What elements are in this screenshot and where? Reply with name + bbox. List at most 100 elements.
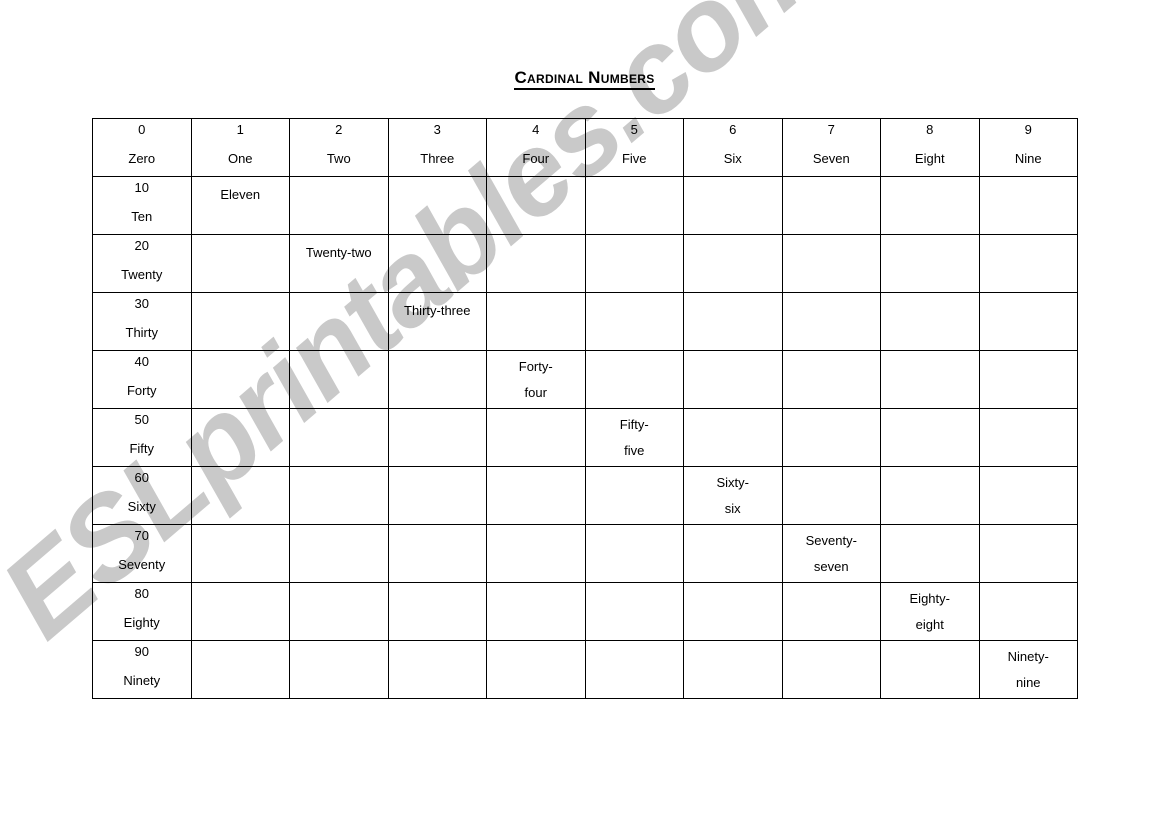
answer-cell[interactable] xyxy=(781,466,881,525)
answer-cell-text[interactable] xyxy=(192,467,290,524)
answer-cell[interactable]: Eleven xyxy=(190,176,290,235)
answer-cell[interactable] xyxy=(880,408,980,467)
answer-cell-text[interactable] xyxy=(487,641,585,698)
answer-cell-text[interactable] xyxy=(684,293,782,350)
answer-cell-text[interactable] xyxy=(290,525,388,582)
answer-cell[interactable] xyxy=(486,640,586,699)
answer-cell-text[interactable] xyxy=(684,583,782,640)
answer-cell[interactable] xyxy=(683,582,783,641)
answer-cell-text[interactable]: Thirty-three xyxy=(389,293,487,350)
answer-cell-text[interactable] xyxy=(290,641,388,698)
answer-cell[interactable] xyxy=(978,234,1078,293)
answer-cell[interactable] xyxy=(289,408,389,467)
answer-cell-text[interactable] xyxy=(487,525,585,582)
answer-cell-text[interactable] xyxy=(980,409,1078,466)
answer-cell[interactable] xyxy=(880,350,980,409)
answer-cell-text[interactable] xyxy=(192,583,290,640)
answer-cell-text[interactable] xyxy=(290,177,388,234)
answer-cell[interactable] xyxy=(781,234,881,293)
answer-cell-text[interactable] xyxy=(487,293,585,350)
answer-cell-text[interactable] xyxy=(684,351,782,408)
answer-cell[interactable] xyxy=(683,640,783,699)
answer-cell[interactable] xyxy=(781,640,881,699)
answer-cell[interactable] xyxy=(978,408,1078,467)
answer-cell[interactable] xyxy=(190,408,290,467)
answer-cell[interactable] xyxy=(781,292,881,351)
answer-cell-text[interactable] xyxy=(290,293,388,350)
answer-cell[interactable] xyxy=(978,350,1078,409)
answer-cell[interactable] xyxy=(289,640,389,699)
answer-cell[interactable]: Thirty-three xyxy=(387,292,487,351)
answer-cell[interactable] xyxy=(584,524,684,583)
answer-cell-text[interactable] xyxy=(389,467,487,524)
answer-cell-text[interactable] xyxy=(290,467,388,524)
answer-cell[interactable] xyxy=(584,640,684,699)
answer-cell[interactable] xyxy=(880,234,980,293)
answer-cell-text[interactable] xyxy=(290,583,388,640)
answer-cell-text[interactable] xyxy=(684,177,782,234)
answer-cell[interactable] xyxy=(584,350,684,409)
answer-cell[interactable] xyxy=(486,292,586,351)
answer-cell-text[interactable] xyxy=(586,525,684,582)
answer-cell-text[interactable] xyxy=(783,583,881,640)
answer-cell[interactable]: Ninety-nine xyxy=(978,640,1078,699)
answer-cell-text[interactable] xyxy=(389,641,487,698)
answer-cell-text[interactable] xyxy=(290,409,388,466)
answer-cell-text[interactable] xyxy=(487,467,585,524)
answer-cell[interactable] xyxy=(486,524,586,583)
answer-cell[interactable] xyxy=(683,524,783,583)
answer-cell[interactable] xyxy=(387,408,487,467)
answer-cell[interactable] xyxy=(387,176,487,235)
answer-cell-text[interactable] xyxy=(487,583,585,640)
answer-cell[interactable]: Twenty-two xyxy=(289,234,389,293)
answer-cell[interactable] xyxy=(978,524,1078,583)
answer-cell[interactable] xyxy=(683,234,783,293)
answer-cell-text[interactable] xyxy=(586,351,684,408)
answer-cell-text[interactable] xyxy=(290,351,388,408)
answer-cell-text[interactable] xyxy=(881,293,979,350)
answer-cell[interactable] xyxy=(880,640,980,699)
answer-cell-text[interactable] xyxy=(783,641,881,698)
answer-cell[interactable] xyxy=(387,582,487,641)
answer-cell-text[interactable] xyxy=(881,525,979,582)
answer-cell[interactable] xyxy=(880,524,980,583)
answer-cell[interactable] xyxy=(683,408,783,467)
answer-cell[interactable] xyxy=(880,466,980,525)
answer-cell[interactable]: Eighty-eight xyxy=(880,582,980,641)
answer-cell[interactable] xyxy=(289,176,389,235)
answer-cell-text[interactable] xyxy=(783,351,881,408)
answer-cell[interactable] xyxy=(978,292,1078,351)
answer-cell-text[interactable] xyxy=(192,235,290,292)
answer-cell-text[interactable]: Fifty-five xyxy=(586,409,684,466)
answer-cell-text[interactable] xyxy=(783,409,881,466)
answer-cell-text[interactable]: Ninety-nine xyxy=(980,641,1078,698)
answer-cell[interactable] xyxy=(584,582,684,641)
answer-cell[interactable] xyxy=(978,582,1078,641)
answer-cell[interactable]: Forty-four xyxy=(486,350,586,409)
answer-cell[interactable] xyxy=(486,408,586,467)
answer-cell[interactable] xyxy=(387,234,487,293)
answer-cell-text[interactable] xyxy=(980,351,1078,408)
answer-cell-text[interactable] xyxy=(192,351,290,408)
answer-cell[interactable] xyxy=(584,234,684,293)
answer-cell[interactable]: Sixty-six xyxy=(683,466,783,525)
answer-cell-text[interactable] xyxy=(881,177,979,234)
answer-cell-text[interactable] xyxy=(487,409,585,466)
answer-cell-text[interactable]: Seventy-seven xyxy=(783,525,881,582)
answer-cell[interactable] xyxy=(486,582,586,641)
answer-cell[interactable] xyxy=(486,176,586,235)
answer-cell[interactable] xyxy=(289,350,389,409)
answer-cell[interactable] xyxy=(190,640,290,699)
answer-cell-text[interactable] xyxy=(586,583,684,640)
answer-cell-text[interactable] xyxy=(192,525,290,582)
answer-cell-text[interactable] xyxy=(881,351,979,408)
answer-cell-text[interactable] xyxy=(389,351,487,408)
answer-cell-text[interactable] xyxy=(881,641,979,698)
answer-cell[interactable] xyxy=(387,350,487,409)
answer-cell-text[interactable] xyxy=(586,177,684,234)
answer-cell[interactable] xyxy=(978,176,1078,235)
answer-cell-text[interactable] xyxy=(192,409,290,466)
answer-cell[interactable] xyxy=(387,466,487,525)
answer-cell-text[interactable] xyxy=(783,293,881,350)
answer-cell-text[interactable] xyxy=(881,235,979,292)
